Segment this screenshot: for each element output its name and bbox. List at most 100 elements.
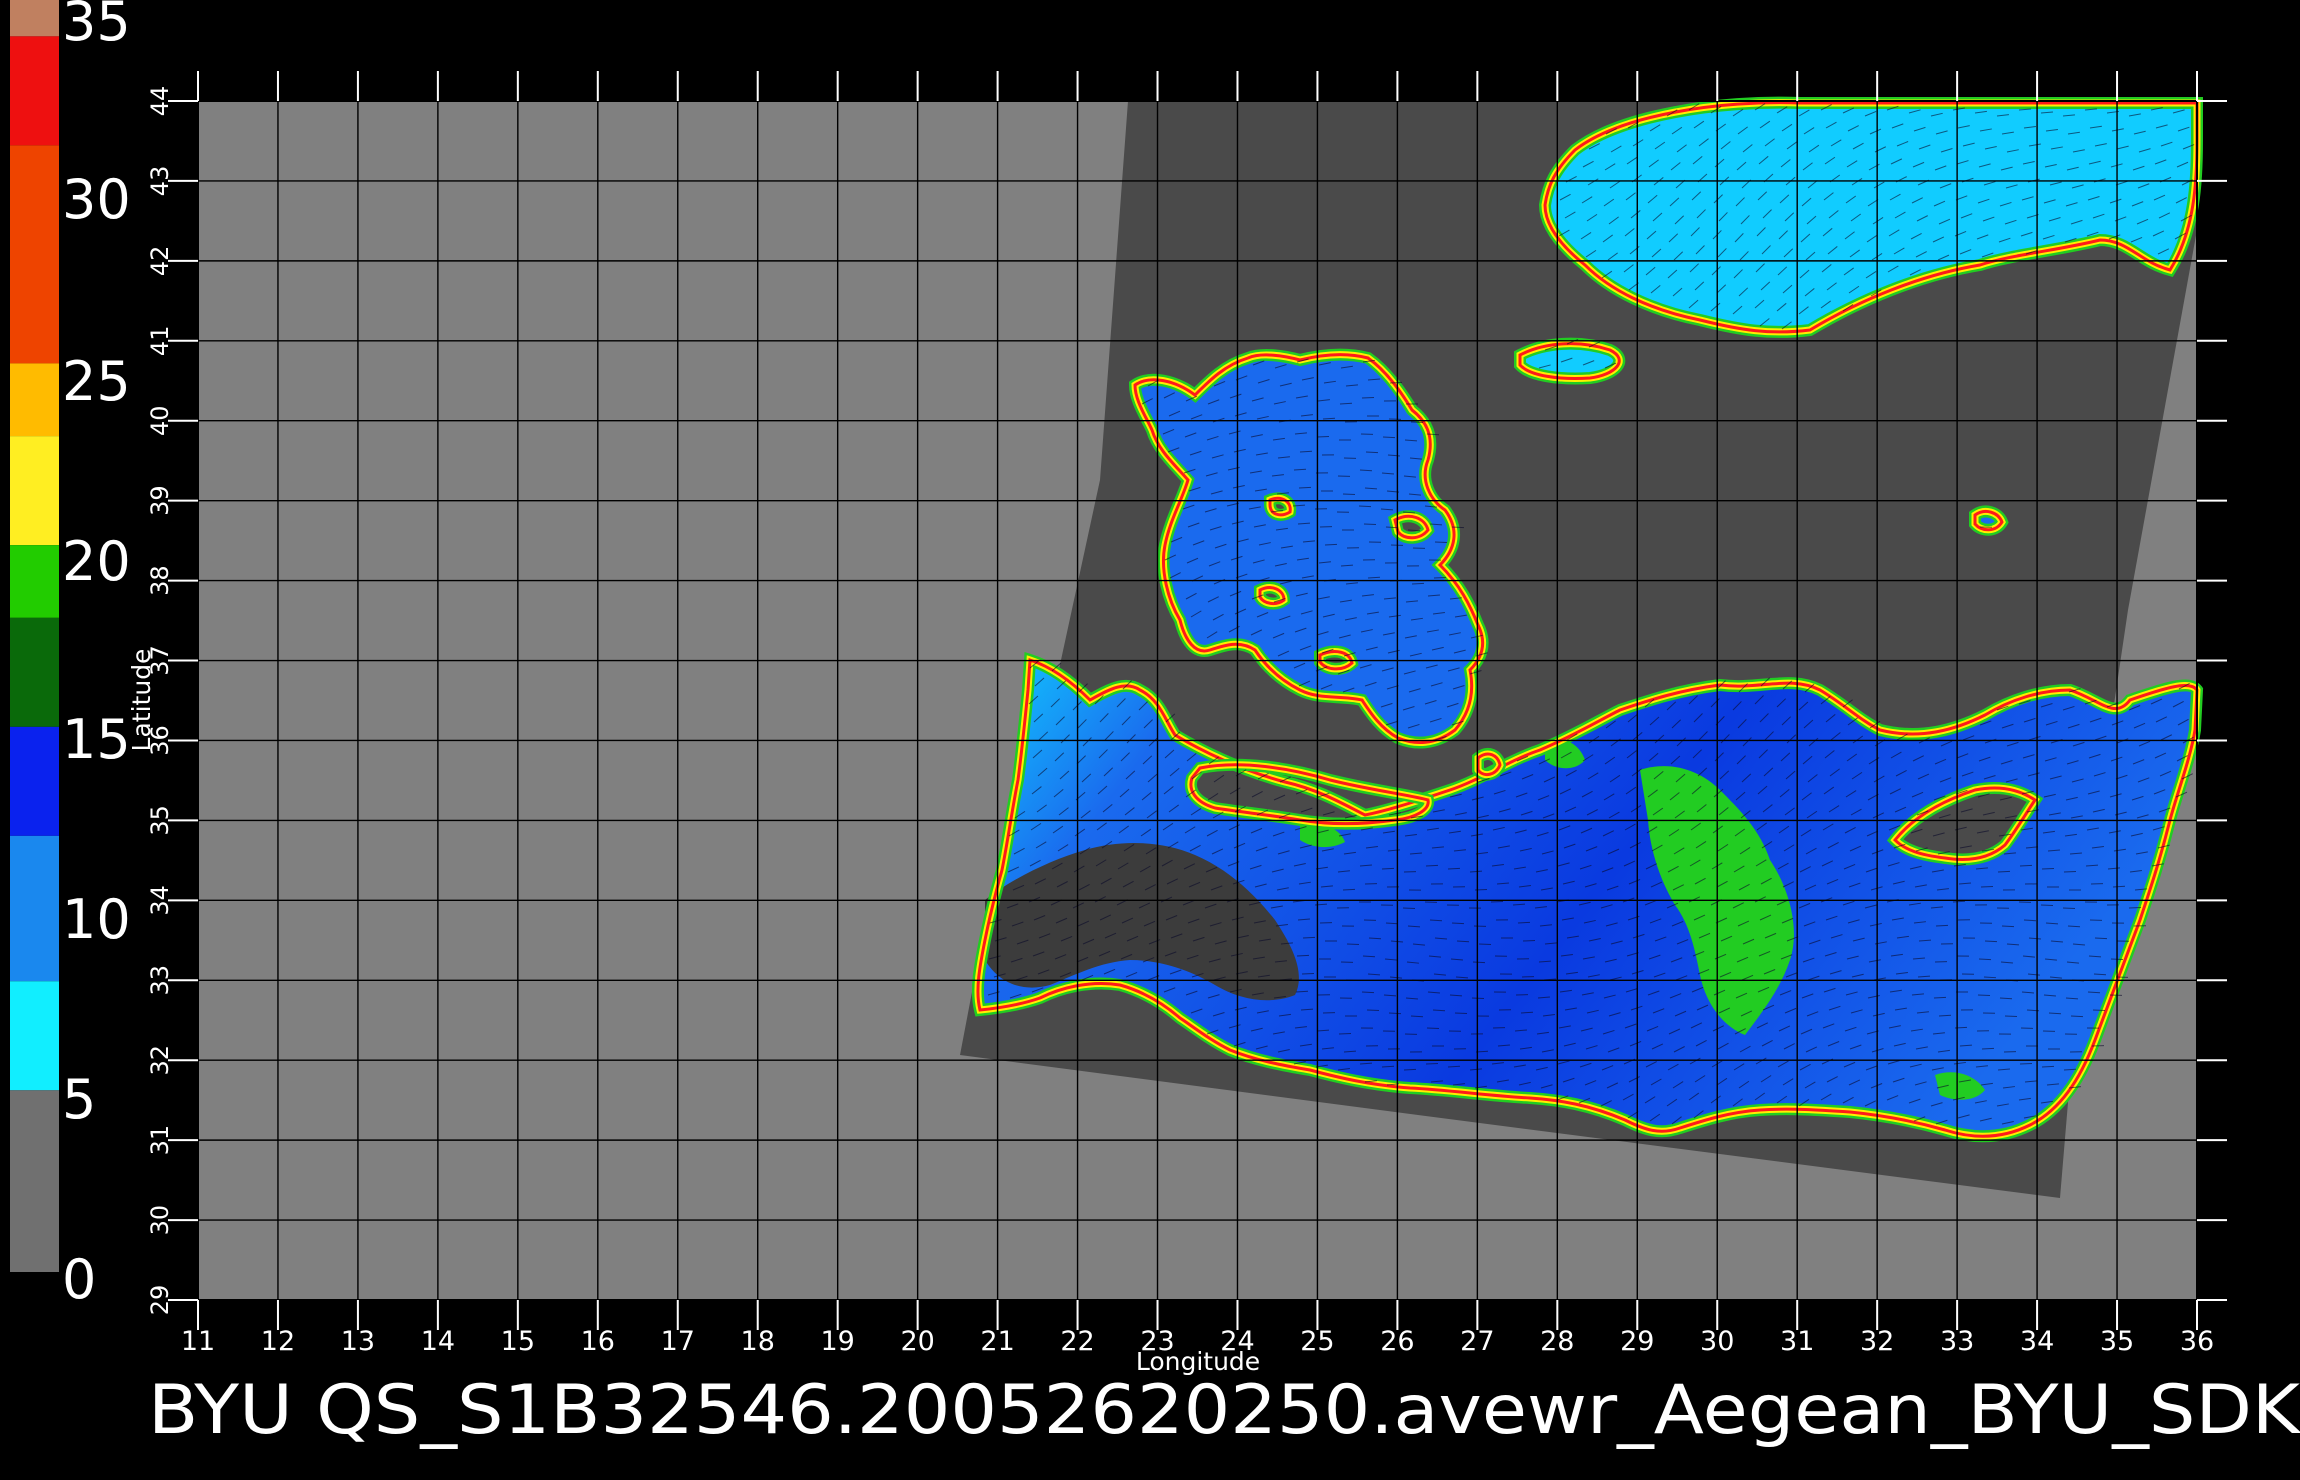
latitude-tick-label: 35 bbox=[146, 805, 174, 836]
wind-vector bbox=[1358, 505, 1372, 508]
colorbar-segment bbox=[10, 835, 59, 982]
latitude-tick-label: 38 bbox=[146, 565, 174, 596]
wind-vector bbox=[1388, 1012, 1402, 1015]
wind-vector bbox=[1425, 1062, 1439, 1065]
wind-vector bbox=[2041, 1065, 2055, 1068]
colorbar-segment bbox=[10, 617, 59, 727]
longitude-tick-label: 33 bbox=[1940, 1326, 1974, 1357]
wind-vector bbox=[1385, 922, 1399, 925]
latitude-tick-label: 30 bbox=[146, 1205, 174, 1236]
colorbar-segment bbox=[10, 545, 59, 618]
longitude-tick-label: 35 bbox=[2100, 1326, 2134, 1357]
wind-vector bbox=[1984, 940, 1998, 943]
wind-vector bbox=[1980, 885, 1994, 888]
colorbar-segment bbox=[10, 363, 59, 437]
latitude-tick-label: 39 bbox=[146, 485, 174, 516]
longitude-tick-label: 11 bbox=[181, 1326, 215, 1357]
longitude-tick-label: 15 bbox=[501, 1326, 535, 1357]
wind-vector bbox=[1402, 907, 1416, 910]
latitude-tick-label: 34 bbox=[146, 885, 174, 916]
y-axis-label: Latitude bbox=[127, 649, 156, 752]
wind-vector bbox=[2019, 864, 2033, 867]
colorbar-ticks: 35 30 25 20 15 10 5 0 bbox=[62, 0, 131, 1311]
wind-vector bbox=[1361, 396, 1375, 399]
wind-vector bbox=[2094, 937, 2108, 940]
longitude-tick-label: 25 bbox=[1300, 1326, 1334, 1357]
wind-vector bbox=[1361, 991, 1375, 994]
longitude-tick-label: 22 bbox=[1060, 1326, 1094, 1357]
longitude-tick-label: 34 bbox=[2020, 1326, 2054, 1357]
longitude-tick-label: 21 bbox=[980, 1326, 1014, 1357]
longitude-tick-label: 18 bbox=[741, 1326, 775, 1357]
latitude-tick-label: 42 bbox=[146, 246, 174, 277]
longitude-tick-label: 29 bbox=[1620, 1326, 1654, 1357]
longitude-tick-label: 17 bbox=[661, 1326, 695, 1357]
wind-vector bbox=[1363, 523, 1377, 526]
colorbar-tick: 10 bbox=[62, 888, 131, 951]
wind-vector bbox=[1296, 954, 1310, 957]
latitude-tick-label: 44 bbox=[146, 86, 174, 117]
longitude-tick-label: 13 bbox=[341, 1326, 375, 1357]
wind-vector bbox=[1365, 451, 1379, 454]
wind-vector bbox=[2001, 925, 2015, 928]
wind-vector bbox=[1316, 435, 1330, 438]
wind-vector bbox=[1935, 924, 1949, 927]
longitude-tick-label: 36 bbox=[2180, 1326, 2214, 1357]
colorbar-tick: 20 bbox=[62, 530, 131, 593]
longitude-tick-label: 32 bbox=[1860, 1326, 1894, 1357]
longitude-tick-label: 12 bbox=[261, 1326, 295, 1357]
wind-vector bbox=[1983, 976, 1997, 979]
colorbar-segment bbox=[10, 36, 59, 146]
wind-vector bbox=[2112, 885, 2126, 888]
wind-speed-map-figure: 35 30 25 20 15 10 5 0 11 12 13 14 15 16 … bbox=[10, 0, 2300, 1450]
colorbar-segment bbox=[10, 436, 59, 546]
colorbar-tick: 15 bbox=[62, 708, 131, 771]
longitude-tick-label: 16 bbox=[581, 1326, 615, 1357]
latitude-tick-label: 43 bbox=[146, 166, 174, 197]
longitude-tick-label: 27 bbox=[1460, 1326, 1494, 1357]
latitude-tick-label: 31 bbox=[146, 1125, 174, 1156]
longitude-tick-label: 20 bbox=[900, 1326, 934, 1357]
latitude-tick-label: 41 bbox=[146, 326, 174, 357]
colorbar-tick: 25 bbox=[62, 350, 131, 413]
wind-vector bbox=[1997, 870, 2011, 873]
wind-vector bbox=[1451, 526, 1465, 529]
wind-vector bbox=[1981, 1047, 1995, 1050]
colorbar-tick: 30 bbox=[62, 168, 131, 231]
colorbar-segment bbox=[10, 0, 59, 37]
longitude-tick-label: 19 bbox=[821, 1326, 855, 1357]
wind-vector bbox=[1933, 996, 1947, 999]
wind-vector bbox=[1978, 958, 1992, 961]
colorbar-scale bbox=[10, 0, 59, 1272]
colorbar-tick: 35 bbox=[62, 0, 131, 53]
colorbar-tick: 0 bbox=[62, 1248, 96, 1311]
wind-vector bbox=[1522, 939, 1536, 942]
colorbar-segment bbox=[10, 726, 59, 836]
wind-vector bbox=[2128, 906, 2142, 909]
wind-vector bbox=[1403, 1068, 1417, 1071]
wind-vector bbox=[1298, 486, 1312, 489]
wind-vector bbox=[1425, 864, 1439, 867]
wind-vector bbox=[1366, 1009, 1380, 1012]
latitude-tick-label: 32 bbox=[146, 1045, 174, 1076]
wind-vector bbox=[1324, 543, 1338, 546]
latitude-tick-label: 40 bbox=[146, 405, 174, 436]
wind-vector bbox=[2070, 1015, 2084, 1018]
wind-vector bbox=[1472, 961, 1486, 964]
wind-vector bbox=[1302, 936, 1316, 939]
figure-title: BYU QS_S1B32546.20052620250.avewr_Aegean… bbox=[148, 1371, 2300, 1450]
wind-vector bbox=[2004, 1015, 2018, 1018]
wind-vector bbox=[2019, 1062, 2033, 1065]
wind-vector bbox=[1382, 436, 1396, 439]
wind-vector bbox=[1952, 900, 1966, 903]
longitude-tick-label: 31 bbox=[1780, 1326, 1814, 1357]
latitude-tick-label: 29 bbox=[146, 1285, 174, 1316]
wind-vector bbox=[1517, 921, 1531, 924]
colorbar: 35 30 25 20 15 10 5 0 bbox=[10, 0, 131, 1311]
wind-vector bbox=[1367, 576, 1381, 579]
wind-vector bbox=[1426, 433, 1440, 436]
wind-vector bbox=[1451, 922, 1465, 925]
wind-vector bbox=[1389, 381, 1403, 384]
longitude-tick-label: 14 bbox=[421, 1326, 455, 1357]
colorbar-segment bbox=[10, 981, 59, 1091]
